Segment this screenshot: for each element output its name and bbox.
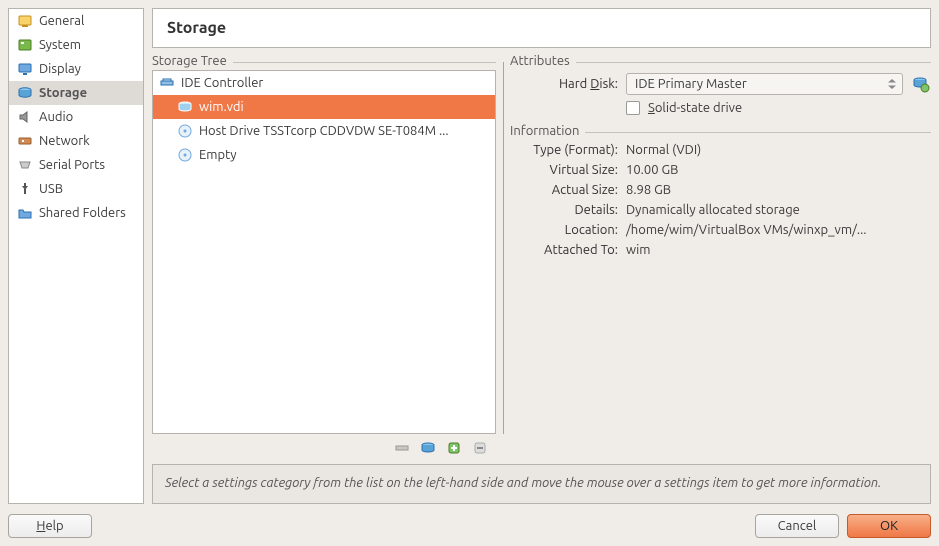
- sidebar-label: Display: [39, 62, 81, 76]
- information-label: Information: [510, 124, 579, 140]
- add-hard-disk-button[interactable]: [418, 438, 438, 458]
- sidebar-label: Serial Ports: [39, 158, 105, 172]
- sidebar-item-usb[interactable]: USB: [9, 177, 143, 201]
- content-row: Storage Tree IDE Controller wim.vdi Host…: [152, 54, 931, 458]
- optical-disc-icon: [177, 147, 193, 163]
- main-content-row: General System Display Storage Audio Net…: [8, 8, 931, 504]
- hard-disk-slot-combo[interactable]: IDE Primary Master: [626, 73, 903, 95]
- tree-item-label: Host Drive TSSTcorp CDDVDW SE-T084M ...: [199, 124, 449, 138]
- sidebar-item-general[interactable]: General: [9, 9, 143, 33]
- ssd-label[interactable]: Solid-state drive: [648, 101, 742, 115]
- info-row-virtual-size: Virtual Size:10.00 GB: [510, 160, 931, 180]
- attributes-panel: Attributes Hard Disk: IDE Primary Master…: [510, 54, 931, 458]
- tree-item-label: wim.vdi: [199, 100, 244, 114]
- remove-attachment-button[interactable]: [470, 438, 490, 458]
- settings-sidebar: General System Display Storage Audio Net…: [8, 8, 144, 504]
- right-column: Storage Storage Tree IDE Controller wim.…: [152, 8, 931, 504]
- sidebar-label: Storage: [39, 86, 87, 100]
- sidebar-label: Audio: [39, 110, 73, 124]
- tree-item-vdi[interactable]: wim.vdi: [153, 95, 495, 119]
- sidebar-label: USB: [39, 182, 63, 196]
- hard-disk-setup-button[interactable]: [911, 74, 931, 94]
- ssd-checkbox[interactable]: [626, 101, 640, 115]
- vertical-separator: [496, 54, 510, 458]
- ssd-row: Solid-state drive: [510, 98, 931, 118]
- sidebar-item-display[interactable]: Display: [9, 57, 143, 81]
- hint-text: Select a settings category from the list…: [152, 464, 931, 504]
- info-row-attached-to: Attached To:wim: [510, 240, 931, 260]
- storage-tree[interactable]: IDE Controller wim.vdi Host Drive TSSTco…: [152, 70, 496, 434]
- tree-controller-label: IDE Controller: [181, 76, 263, 90]
- storage-icon: [17, 85, 33, 101]
- ok-button[interactable]: OK: [847, 514, 931, 538]
- sidebar-item-audio[interactable]: Audio: [9, 105, 143, 129]
- add-attachment-button[interactable]: [444, 438, 464, 458]
- sidebar-label: Shared Folders: [39, 206, 126, 220]
- optical-disc-icon: [177, 123, 193, 139]
- storage-tree-panel: Storage Tree IDE Controller wim.vdi Host…: [152, 54, 496, 458]
- info-row-location: Location:/home/wim/VirtualBox VMs/winxp_…: [510, 220, 931, 240]
- sidebar-item-system[interactable]: System: [9, 33, 143, 57]
- display-icon: [17, 61, 33, 77]
- tree-controller-row[interactable]: IDE Controller: [153, 71, 495, 95]
- hard-disk-row: Hard Disk: IDE Primary Master: [510, 70, 931, 98]
- page-title: Storage: [152, 8, 931, 48]
- info-row-details: Details:Dynamically allocated storage: [510, 200, 931, 220]
- attributes-label: Attributes: [510, 54, 570, 70]
- sidebar-label: General: [39, 14, 84, 28]
- network-icon: [17, 133, 33, 149]
- usb-icon: [17, 181, 33, 197]
- shared-folders-icon: [17, 205, 33, 221]
- storage-tree-label: Storage Tree: [152, 54, 227, 70]
- sidebar-label: Network: [39, 134, 90, 148]
- tree-item-label: Empty: [199, 148, 237, 162]
- hard-disk-icon: [177, 99, 193, 115]
- cancel-button[interactable]: Cancel: [755, 514, 839, 538]
- general-icon: [17, 13, 33, 29]
- add-controller-button[interactable]: [392, 438, 412, 458]
- audio-icon: [17, 109, 33, 125]
- system-icon: [17, 37, 33, 53]
- info-row-type: Type (Format):Normal (VDI): [510, 140, 931, 160]
- sidebar-label: System: [39, 38, 81, 52]
- tree-item-empty[interactable]: Empty: [153, 143, 495, 167]
- sidebar-item-network[interactable]: Network: [9, 129, 143, 153]
- info-row-actual-size: Actual Size:8.98 GB: [510, 180, 931, 200]
- serial-ports-icon: [17, 157, 33, 173]
- tree-item-host-drive[interactable]: Host Drive TSSTcorp CDDVDW SE-T084M ...: [153, 119, 495, 143]
- sidebar-item-shared-folders[interactable]: Shared Folders: [9, 201, 143, 225]
- storage-tree-toolbar: [152, 434, 496, 458]
- hard-disk-label: Hard Disk:: [510, 77, 618, 91]
- sidebar-item-serial-ports[interactable]: Serial Ports: [9, 153, 143, 177]
- help-button[interactable]: Help: [8, 514, 92, 538]
- controller-icon: [159, 75, 175, 91]
- dialog-button-row: Help Cancel OK: [8, 504, 931, 538]
- sidebar-item-storage[interactable]: Storage: [9, 81, 143, 105]
